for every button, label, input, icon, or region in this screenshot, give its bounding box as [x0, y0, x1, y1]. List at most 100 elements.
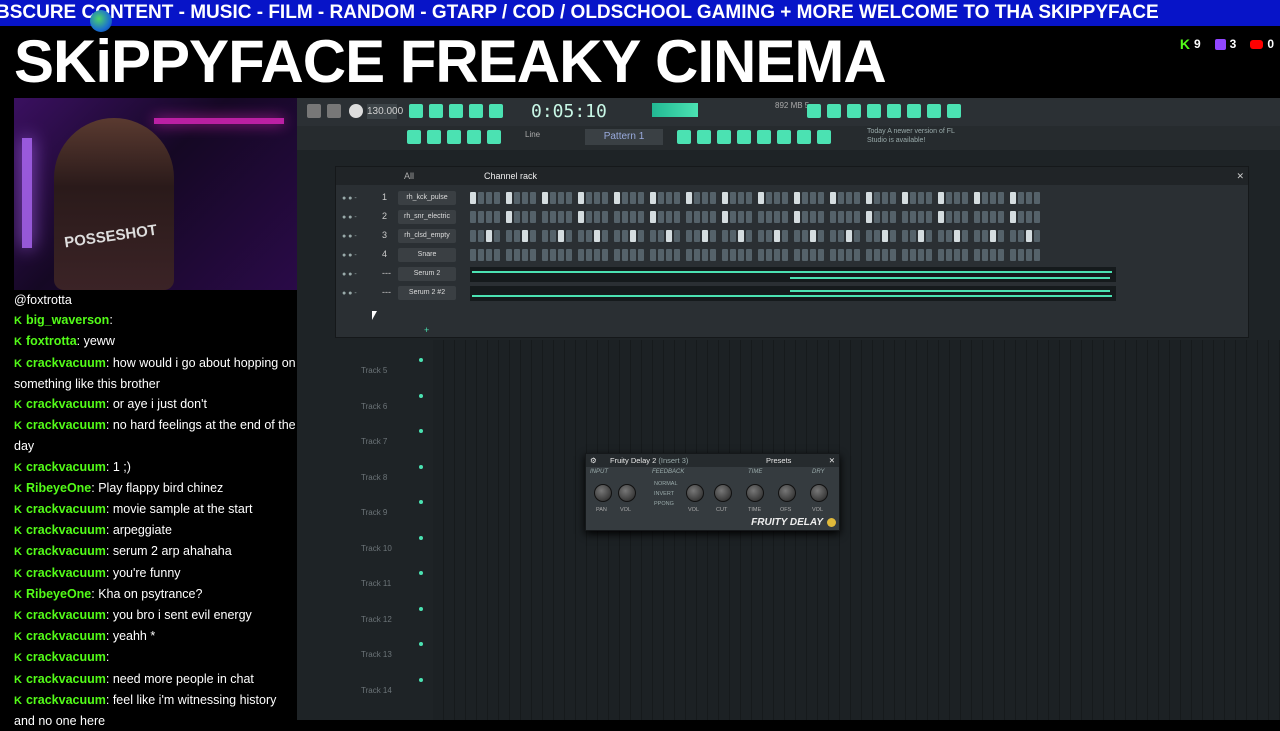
step-button[interactable]	[738, 249, 744, 261]
track-mute-icon[interactable]	[419, 677, 423, 682]
knob-icon[interactable]	[778, 484, 796, 502]
step-button[interactable]	[1034, 230, 1040, 242]
step-button[interactable]	[990, 230, 996, 242]
track-mute-icon[interactable]	[419, 464, 423, 469]
step-button[interactable]	[974, 211, 980, 223]
step-button[interactable]	[758, 192, 764, 204]
step-button[interactable]	[810, 230, 816, 242]
channel-led-icon[interactable]: ● ● -	[342, 214, 357, 221]
record-icon[interactable]	[349, 104, 363, 118]
channel-mixer-number[interactable]: ---	[382, 287, 391, 297]
channel-mixer-number[interactable]: ---	[382, 268, 391, 278]
step-button[interactable]	[478, 211, 484, 223]
step-button[interactable]	[514, 211, 520, 223]
step-button[interactable]	[710, 211, 716, 223]
step-button[interactable]	[638, 192, 644, 204]
step-button[interactable]	[614, 230, 620, 242]
step-button[interactable]	[638, 249, 644, 261]
step-edit-icon[interactable]	[489, 104, 503, 118]
step-button[interactable]	[638, 230, 644, 242]
step-button[interactable]	[666, 192, 672, 204]
pause-icon[interactable]	[307, 104, 321, 118]
track-mute-icon[interactable]	[419, 571, 423, 575]
channel-name-button[interactable]: Serum 2 #2	[398, 286, 456, 300]
track-header[interactable]: Track 13	[361, 642, 423, 680]
track-mute-icon[interactable]	[419, 606, 423, 611]
step-button[interactable]	[926, 249, 932, 261]
step-button[interactable]	[630, 192, 636, 204]
export-icon[interactable]	[907, 104, 921, 118]
channel-row[interactable]: ● ● - --- Serum 2 #2	[336, 284, 1248, 303]
update-notice[interactable]: Today A newer version of FL Studio is av…	[867, 127, 957, 145]
step-button[interactable]	[866, 230, 872, 242]
step-button[interactable]	[710, 230, 716, 242]
track-header[interactable]: Track 11	[361, 571, 423, 609]
step-button[interactable]	[830, 230, 836, 242]
step-button[interactable]	[854, 249, 860, 261]
step-button[interactable]	[882, 211, 888, 223]
step-button[interactable]	[782, 230, 788, 242]
step-button[interactable]	[702, 230, 708, 242]
step-button[interactable]	[1018, 192, 1024, 204]
brush-icon[interactable]	[467, 130, 481, 144]
step-button[interactable]	[622, 230, 628, 242]
add-channel-button[interactable]: +	[336, 325, 1248, 337]
step-button[interactable]	[1010, 230, 1016, 242]
step-button[interactable]	[530, 230, 536, 242]
step-button[interactable]	[738, 211, 744, 223]
step-button[interactable]	[1010, 192, 1016, 204]
step-button[interactable]	[586, 249, 592, 261]
chat-username[interactable]: crackvacuum	[26, 566, 106, 580]
step-button[interactable]	[550, 230, 556, 242]
step-button[interactable]	[918, 192, 924, 204]
knob-icon[interactable]	[618, 484, 636, 502]
step-button[interactable]	[622, 211, 628, 223]
step-button[interactable]	[854, 192, 860, 204]
step-button[interactable]	[946, 211, 952, 223]
step-button[interactable]	[846, 211, 852, 223]
step-button[interactable]	[522, 249, 528, 261]
step-button[interactable]	[766, 211, 772, 223]
step-button[interactable]	[846, 249, 852, 261]
step-button[interactable]	[902, 230, 908, 242]
step-button[interactable]	[530, 211, 536, 223]
step-button[interactable]	[666, 230, 672, 242]
step-button[interactable]	[890, 249, 896, 261]
step-button[interactable]	[514, 230, 520, 242]
step-button[interactable]	[486, 192, 492, 204]
channel-row[interactable]: ● ● - 1 rh_kck_pulse	[336, 189, 1248, 208]
step-button[interactable]	[694, 249, 700, 261]
step-button[interactable]	[1010, 211, 1016, 223]
track-header[interactable]: Track 6	[361, 393, 423, 432]
step-button[interactable]	[926, 230, 932, 242]
step-button[interactable]	[938, 192, 944, 204]
step-button[interactable]	[494, 211, 500, 223]
step-button[interactable]	[946, 230, 952, 242]
step-button[interactable]	[550, 211, 556, 223]
track-header[interactable]: Track 9	[361, 500, 423, 538]
step-button[interactable]	[962, 192, 968, 204]
step-button[interactable]	[810, 211, 816, 223]
step-button[interactable]	[838, 230, 844, 242]
step-button[interactable]	[630, 230, 636, 242]
step-button[interactable]	[758, 211, 764, 223]
refresh-icon[interactable]	[807, 104, 821, 118]
step-button[interactable]	[614, 211, 620, 223]
step-button[interactable]	[918, 230, 924, 242]
knob-icon[interactable]	[810, 484, 828, 502]
step-button[interactable]	[990, 192, 996, 204]
step-button[interactable]	[938, 230, 944, 242]
step-button[interactable]	[650, 230, 656, 242]
step-button[interactable]	[622, 192, 628, 204]
step-button[interactable]	[910, 192, 916, 204]
step-button[interactable]	[522, 211, 528, 223]
step-button[interactable]	[722, 230, 728, 242]
cart-icon[interactable]	[817, 130, 831, 144]
step-button[interactable]	[846, 192, 852, 204]
step-button[interactable]	[650, 249, 656, 261]
chat-username[interactable]: crackvacuum	[26, 650, 106, 664]
step-button[interactable]	[938, 249, 944, 261]
step-button[interactable]	[746, 211, 752, 223]
step-button[interactable]	[830, 249, 836, 261]
step-button[interactable]	[962, 211, 968, 223]
